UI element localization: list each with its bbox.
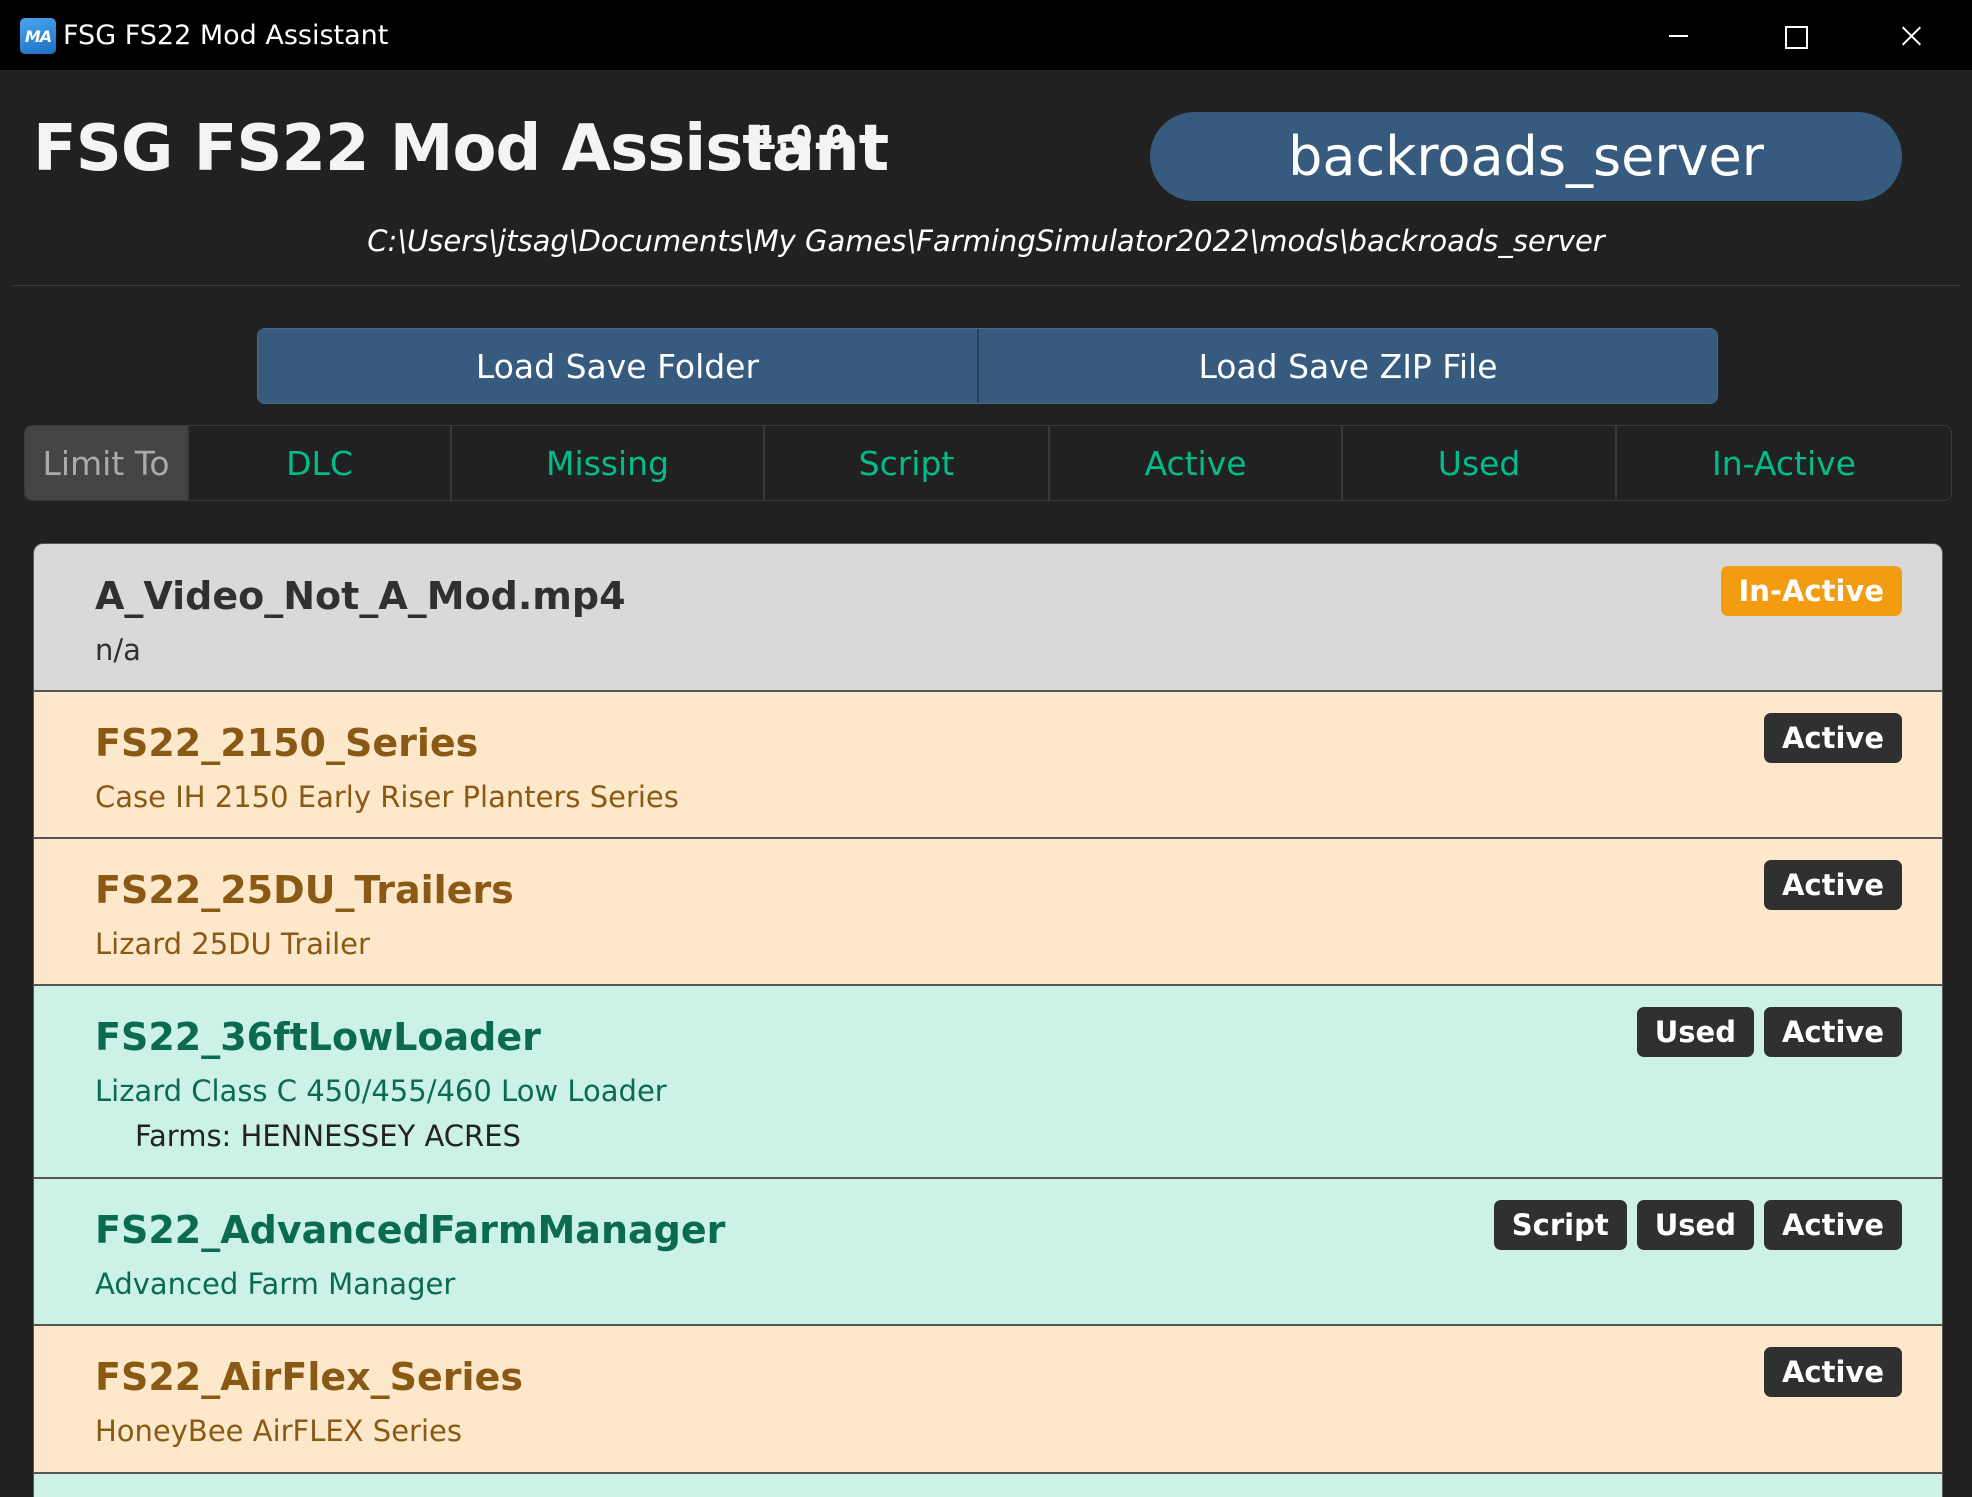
badge-group: Script Used Active	[1493, 1200, 1902, 1250]
app-logo-icon: MA	[20, 18, 56, 54]
folder-path: C:\Users\jtsag\Documents\My Games\Farmin…	[367, 224, 1605, 258]
badge-group: Used Active	[1636, 1007, 1902, 1057]
title-bar: MA FSG FS22 Mod Assistant	[0, 0, 1972, 71]
badge-group: Active	[1763, 1347, 1902, 1397]
mod-title: n/a	[95, 633, 141, 667]
mod-title: Advanced Farm Manager	[95, 1267, 456, 1301]
window-title: FSG FS22 Mod Assistant	[63, 20, 389, 51]
mod-title: Case IH 2150 Early Riser Planters Series	[95, 780, 679, 814]
filter-script-button[interactable]: Script	[763, 426, 1048, 500]
version-label: 1.0.0	[754, 118, 848, 157]
filter-dlc-button[interactable]: DLC	[187, 426, 450, 500]
status-badge: Active	[1763, 1007, 1902, 1057]
mod-name: FS22_AirFlex_Series	[95, 1355, 523, 1399]
mod-name: FS22_25DU_Trailers	[95, 868, 514, 912]
filter-used-button[interactable]: Used	[1341, 426, 1615, 500]
status-badge: Active	[1763, 1200, 1902, 1250]
minimize-icon[interactable]	[1620, 0, 1736, 71]
filter-bar: Limit To DLC Missing Script Active Used …	[24, 425, 1952, 501]
mod-row[interactable]	[34, 1474, 1942, 1497]
load-save-zip-button[interactable]: Load Save ZIP File	[979, 329, 1717, 403]
mod-row[interactable]: FS22_AdvancedFarmManager Advanced Farm M…	[34, 1179, 1942, 1326]
folder-name-badge: backroads_server	[1150, 112, 1902, 201]
mod-name: FS22_AdvancedFarmManager	[95, 1208, 726, 1252]
status-badge: Active	[1763, 1347, 1902, 1397]
mod-row[interactable]: FS22_AirFlex_Series HoneyBee AirFLEX Ser…	[34, 1326, 1942, 1474]
mod-title: Lizard 25DU Trailer	[95, 927, 370, 961]
filter-active-button[interactable]: Active	[1048, 426, 1341, 500]
filter-inactive-button[interactable]: In-Active	[1615, 426, 1951, 500]
maximize-icon[interactable]	[1736, 0, 1852, 71]
mod-farms: Farms: HENNESSEY ACRES	[135, 1119, 521, 1153]
badge-group: Active	[1763, 860, 1902, 910]
mod-name: A_Video_Not_A_Mod.mp4	[95, 574, 626, 618]
mod-name: FS22_36ftLowLoader	[95, 1015, 541, 1059]
status-badge: Active	[1763, 713, 1902, 763]
status-badge: In-Active	[1720, 566, 1902, 616]
mod-list: A_Video_Not_A_Mod.mp4 n/a In-Active FS22…	[33, 543, 1943, 1497]
filter-label: Limit To	[25, 426, 187, 500]
mod-row[interactable]: A_Video_Not_A_Mod.mp4 n/a In-Active	[34, 544, 1942, 692]
badge-group: Active	[1763, 713, 1902, 763]
load-save-folder-button[interactable]: Load Save Folder	[258, 329, 979, 403]
mod-title: HoneyBee AirFLEX Series	[95, 1414, 462, 1448]
mod-title: Lizard Class C 450/455/460 Low Loader	[95, 1074, 667, 1108]
mod-row[interactable]: FS22_36ftLowLoader Lizard Class C 450/45…	[34, 986, 1942, 1179]
status-badge: Script	[1493, 1200, 1627, 1250]
divider	[12, 285, 1960, 286]
mod-row[interactable]: FS22_2150_Series Case IH 2150 Early Rise…	[34, 692, 1942, 839]
badge-group: In-Active	[1720, 566, 1902, 616]
load-button-group: Load Save Folder Load Save ZIP File	[257, 328, 1718, 404]
status-badge: Used	[1636, 1200, 1754, 1250]
close-icon[interactable]	[1852, 0, 1968, 71]
status-badge: Used	[1636, 1007, 1754, 1057]
mod-row[interactable]: FS22_25DU_Trailers Lizard 25DU Trailer A…	[34, 839, 1942, 986]
mod-name: FS22_2150_Series	[95, 721, 479, 765]
status-badge: Active	[1763, 860, 1902, 910]
filter-missing-button[interactable]: Missing	[450, 426, 763, 500]
